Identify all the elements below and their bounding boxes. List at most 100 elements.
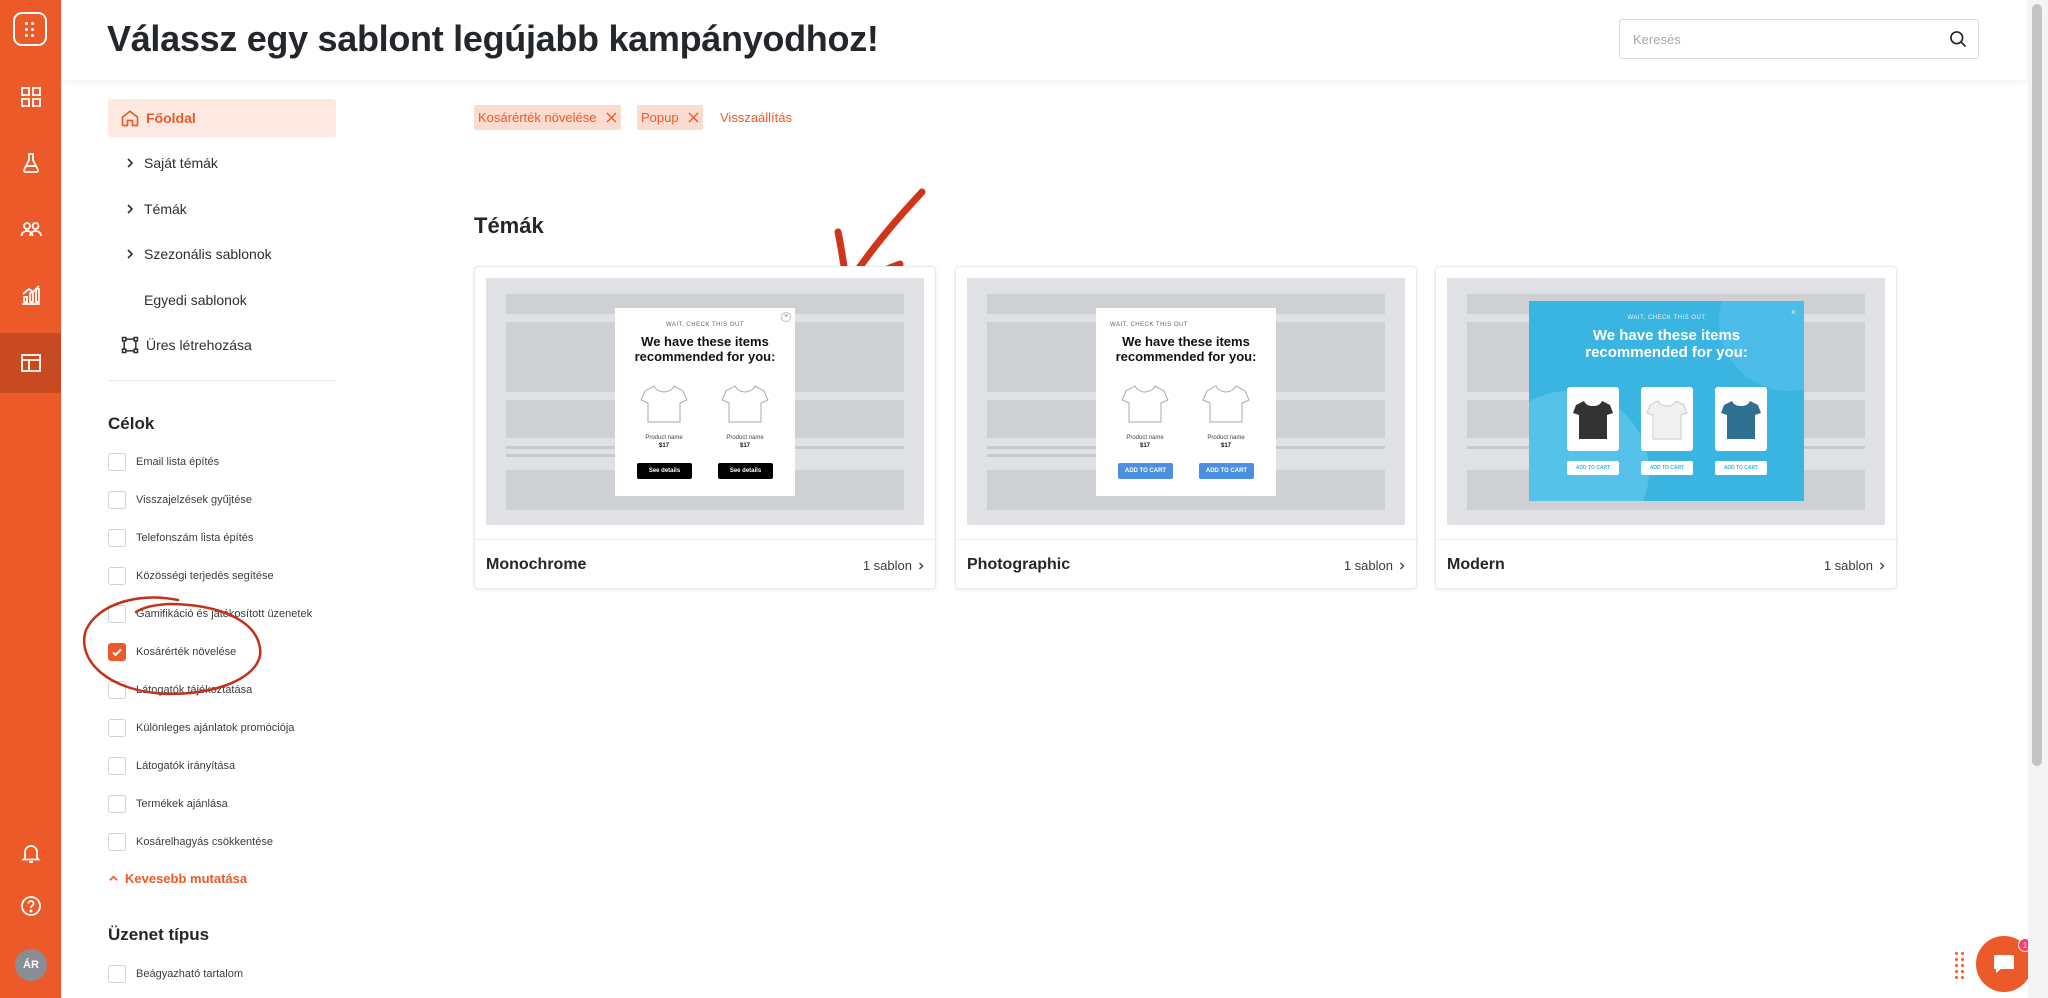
sidebar-item-themes[interactable]: Témák [108, 190, 336, 228]
goal-label: Látogatók irányítása [136, 760, 236, 772]
goal-label: Kosárelhagyás csökkentése [136, 836, 273, 848]
template-count-link[interactable]: 1 sablon [863, 558, 925, 573]
popup-preview: WAIT, CHECK THIS OUT We have these items… [1096, 308, 1276, 496]
checkbox[interactable] [108, 681, 126, 699]
popup-headline: We have these items recommended for you: [1585, 327, 1748, 361]
checkbox-checked[interactable] [108, 643, 126, 661]
check-icon [112, 648, 122, 657]
filter-chip-popup[interactable]: Popup [637, 105, 703, 130]
sidebar-item-label: Témák [144, 201, 187, 217]
goal-label: Kosárérték növelése [136, 646, 237, 658]
close-icon[interactable] [605, 112, 617, 123]
goal-feedback[interactable]: Visszajelzések gyűjtése [108, 489, 252, 511]
add-to-cart-button: ADD TO CART [1641, 461, 1693, 475]
goal-cart-value[interactable]: Kosárérték növelése [108, 641, 236, 663]
page-header: Válassz egy sablont legújabb kampányodho… [61, 0, 2026, 80]
drag-handle-icon[interactable] [1955, 952, 1967, 980]
template-count-link[interactable]: 1 sablon [1344, 558, 1406, 573]
users-icon[interactable] [0, 199, 61, 259]
checkbox[interactable] [108, 833, 126, 851]
goal-social[interactable]: Közösségi terjedés segítése [108, 565, 274, 587]
show-less-label: Kevesebb mutatása [125, 871, 248, 886]
goal-special-offers[interactable]: Különleges ajánlatok promóciója [108, 717, 294, 739]
goal-label: Különleges ajánlatok promóciója [136, 722, 295, 734]
home-icon [121, 110, 139, 127]
popup-pretitle: WAIT, CHECK THIS OUT [1627, 315, 1706, 321]
product-name: Product name [726, 435, 764, 441]
filter-chip-cart-value[interactable]: Kosárérték növelése [474, 105, 621, 130]
chevron-up-icon [109, 875, 118, 881]
left-rail: ÁR [0, 0, 61, 998]
message-type-label: Beágyazható tartalom [136, 968, 244, 980]
close-icon[interactable] [688, 112, 699, 123]
product-price: $17 [739, 443, 750, 449]
product-item [1641, 387, 1693, 451]
popup-headline: We have these items recommended for you: [1115, 334, 1257, 364]
theme-card-photographic[interactable]: WAIT, CHECK THIS OUT We have these items… [955, 266, 1418, 589]
goal-guide-visitors[interactable]: Látogatók irányítása [108, 755, 235, 777]
add-to-cart-button: ADD TO CART [1118, 463, 1173, 479]
chat-icon [1994, 955, 2014, 973]
dashboard-icon[interactable] [0, 67, 61, 127]
checkbox[interactable] [108, 453, 126, 471]
goal-recommend-products[interactable]: Termékek ajánlása [108, 793, 228, 815]
help-icon[interactable] [0, 876, 61, 936]
message-type-title: Üzenet típus [108, 925, 210, 944]
goal-label: Termékek ajánlása [136, 798, 228, 810]
goal-inform-visitors[interactable]: Látogatók tájékoztatása [108, 679, 252, 701]
theme-card-modern[interactable]: × WAIT, CHECK THIS OUT We have these ite… [1435, 266, 1898, 589]
product-price: $17 [1220, 443, 1231, 449]
checkbox[interactable] [108, 567, 126, 585]
templates-icon[interactable] [0, 333, 61, 393]
checkbox[interactable] [108, 757, 126, 775]
goal-gamification[interactable]: Gamifikáció és játékosított üzenetek [108, 603, 312, 625]
template-count-link[interactable]: 1 sablon [1824, 558, 1886, 573]
product-item [1567, 387, 1619, 451]
analytics-icon[interactable] [0, 265, 61, 325]
flask-icon[interactable] [0, 133, 61, 193]
sidebar-item-label: Saját témák [144, 155, 218, 171]
sidebar-item-create-blank[interactable]: Üres létrehozása [108, 326, 336, 364]
theme-name: Modern [1447, 556, 1505, 573]
goal-phone-list[interactable]: Telefonszám lista építés [108, 527, 253, 549]
checkbox[interactable] [108, 491, 126, 509]
product-item: Product name $17 [637, 382, 691, 449]
message-type-embedded[interactable]: Beágyazható tartalom [108, 963, 243, 985]
checkbox[interactable] [108, 795, 126, 813]
scrollbar-thumb[interactable] [2032, 4, 2042, 766]
goal-cart-abandonment[interactable]: Kosárelhagyás csökkentése [108, 831, 273, 853]
checkbox[interactable] [108, 529, 126, 547]
goal-email-list[interactable]: Email lista építés [108, 451, 219, 473]
product-name: Product name [1207, 435, 1245, 441]
reset-filters-link[interactable]: Visszaállítás [720, 110, 792, 125]
tshirt-icon [1721, 401, 1761, 439]
sidebar-item-custom[interactable]: Egyedi sablonok [108, 281, 336, 319]
checkbox[interactable] [108, 719, 126, 737]
bell-icon[interactable] [0, 823, 61, 883]
checkbox[interactable] [108, 605, 126, 623]
avatar[interactable]: ÁR [15, 949, 47, 981]
tshirt-icon [1121, 385, 1169, 423]
checkbox[interactable] [108, 965, 126, 983]
app-logo-icon[interactable] [13, 12, 47, 46]
tshirt-icon [1646, 400, 1688, 440]
goal-label: Látogatók tájékoztatása [136, 684, 253, 696]
themes-title: Témák [474, 213, 544, 238]
tshirt-icon [1573, 401, 1613, 439]
popup-preview: × WAIT, CHECK THIS OUT We have these ite… [1529, 301, 1804, 501]
sidebar-item-home[interactable]: Főoldal [108, 99, 336, 137]
sidebar-item-seasonal[interactable]: Szezonális sablonok [108, 235, 336, 273]
show-less-link[interactable]: Kevesebb mutatása [108, 871, 247, 886]
theme-card-monochrome[interactable]: × WAIT, CHECK THIS OUT We have these ite… [474, 266, 937, 589]
popup-pretitle: WAIT, CHECK THIS OUT [1110, 322, 1189, 328]
template-count: 1 sablon [862, 558, 912, 573]
sidebar-item-own-themes[interactable]: Saját témák [108, 144, 336, 182]
popup-preview: × WAIT, CHECK THIS OUT We have these ite… [615, 308, 795, 496]
search-input[interactable] [1620, 20, 1930, 58]
product-name: Product name [1126, 435, 1164, 441]
sidebar-item-label: Szezonális sablonok [144, 246, 272, 262]
tshirt-icon [640, 385, 688, 423]
theme-preview-photographic: WAIT, CHECK THIS OUT We have these items… [967, 278, 1405, 525]
chip-label: Kosárérték növelése [478, 110, 597, 125]
search-icon[interactable] [1948, 29, 1968, 49]
